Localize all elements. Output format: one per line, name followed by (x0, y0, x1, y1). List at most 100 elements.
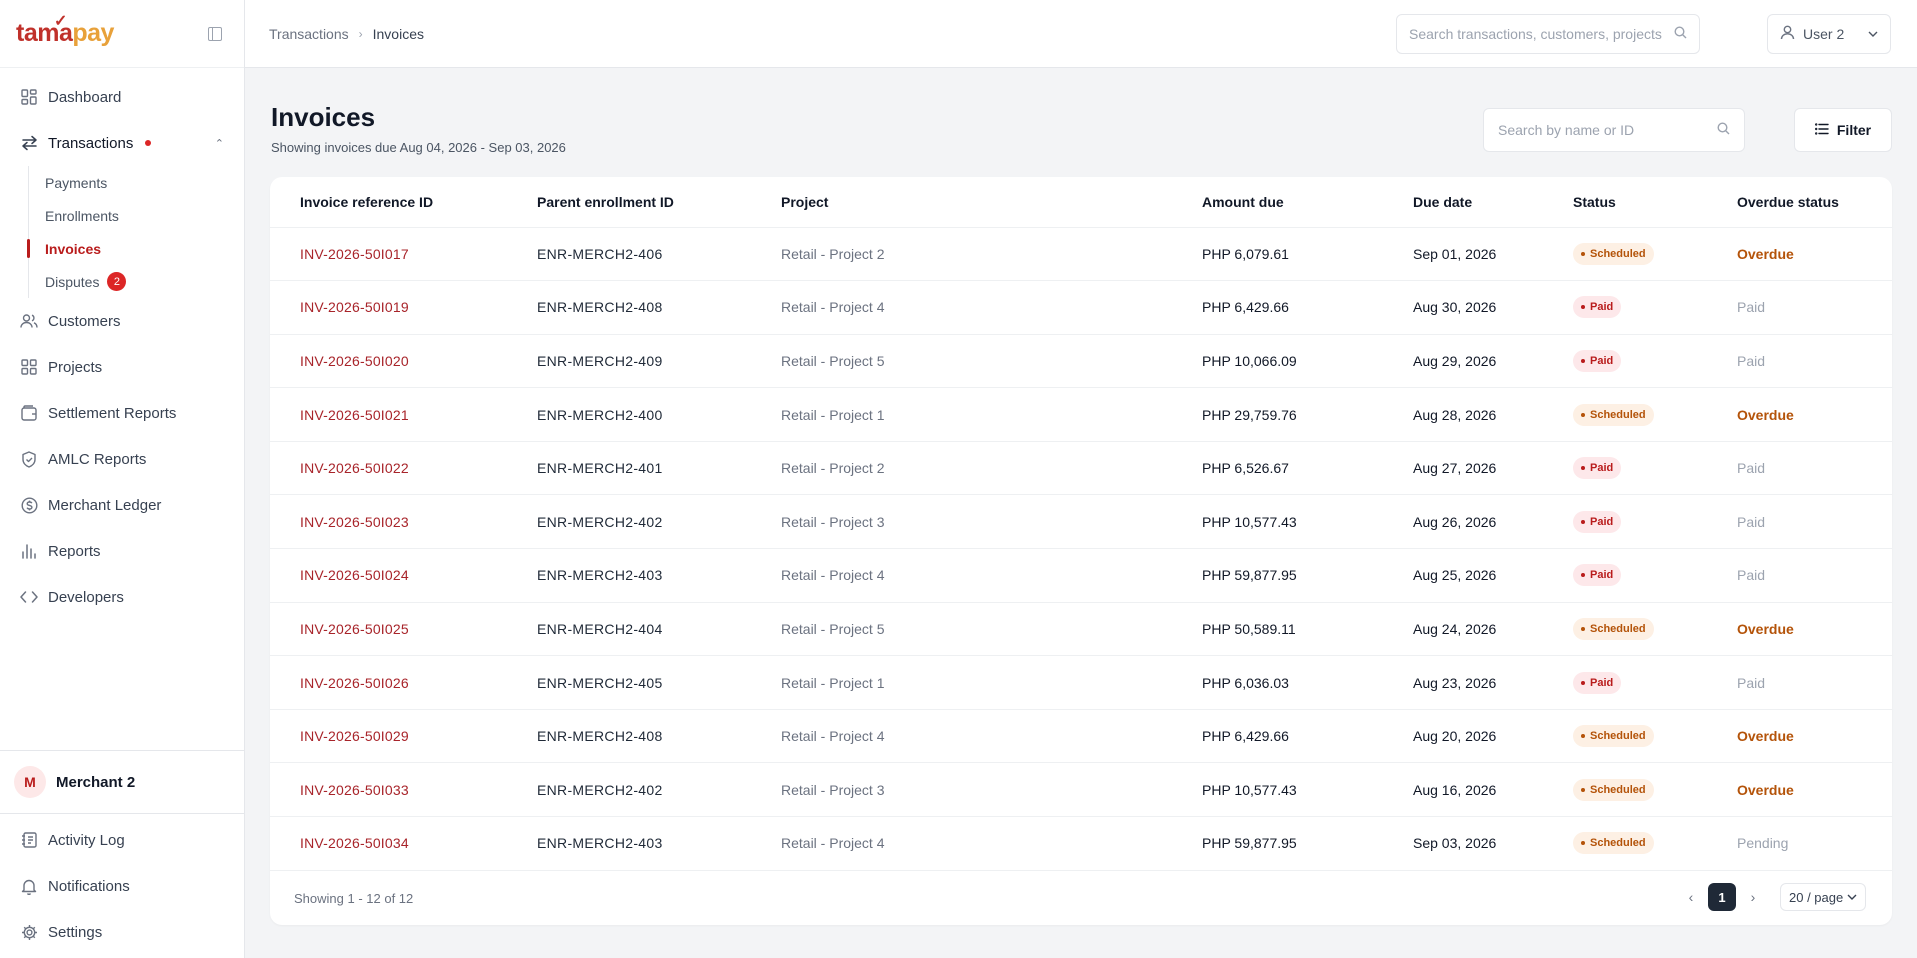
sidebar-item-settlement-reports[interactable]: Settlement Reports (0, 390, 244, 436)
breadcrumb-transactions[interactable]: Transactions (269, 26, 349, 42)
column-header-overdue-status[interactable]: Overdue status (1737, 177, 1892, 228)
sidebar-collapse-icon[interactable] (208, 26, 222, 41)
logo-check-icon: ✓ (54, 13, 67, 30)
enrollment-id-cell: ENR-MERCH2-403 (537, 548, 781, 603)
status-badge: Scheduled (1573, 617, 1654, 640)
sidebar-subitem-payments[interactable]: Payments (29, 166, 244, 199)
status-badge: Paid (1573, 349, 1622, 372)
table-row[interactable]: INV-2026-50I017 ENR-MERCH2-406 Retail - Pr… (270, 227, 1892, 282)
sidebar-subitem-invoices[interactable]: Invoices (27, 232, 244, 265)
status-cell: Scheduled (1573, 387, 1737, 442)
due-date-cell: Sep 03, 2026 (1413, 816, 1573, 871)
breadcrumb: Transactions › Invoices (269, 26, 424, 42)
chevron-up-icon[interactable]: ⌃ (215, 137, 224, 150)
status-dot (1581, 680, 1585, 685)
user-menu-button[interactable]: User 2 (1767, 14, 1891, 54)
invoice-ref-link[interactable]: INV-2026-50I024 (270, 548, 537, 603)
table-row[interactable]: INV-2026-50I029 ENR-MERCH2-408 Retail - Pr… (270, 709, 1892, 764)
status-cell: Paid (1573, 655, 1737, 710)
user-icon (1780, 25, 1795, 43)
status-dot (1581, 251, 1585, 256)
sidebar-item-customers[interactable]: Customers (0, 298, 244, 344)
table-row[interactable]: INV-2026-50I025 ENR-MERCH2-404 Retail - Pr… (270, 602, 1892, 657)
merchant-switcher[interactable]: M Merchant 2 (0, 750, 244, 814)
sidebar-item-notifications[interactable]: Notifications (0, 863, 244, 909)
filter-button[interactable]: Filter (1794, 108, 1892, 152)
project-cell: Retail - Project 4 (781, 280, 1202, 335)
page-size-select[interactable]: 20 / page (1780, 883, 1867, 911)
amount-due-cell: PHP 59,877.95 (1202, 816, 1413, 871)
sidebar-item-dashboard[interactable]: Dashboard (0, 74, 244, 120)
column-header-amount-due[interactable]: Amount due (1202, 177, 1413, 228)
sidebar-item-reports[interactable]: Reports (0, 528, 244, 574)
status-dot (1581, 573, 1585, 578)
page-button-current[interactable]: 1 (1708, 883, 1736, 911)
gear-icon (20, 923, 38, 941)
chevron-right-icon[interactable]: › (1740, 889, 1766, 905)
arrows-exchange-icon (20, 134, 38, 152)
bar-chart-icon (20, 542, 38, 560)
table-row[interactable]: INV-2026-50I023 ENR-MERCH2-402 Retail - Pr… (270, 494, 1892, 550)
sidebar-bottom-nav: Activity Log Notifications Settings (0, 817, 244, 955)
sidebar-subitem-disputes[interactable]: Disputes 2 (29, 265, 244, 298)
invoice-ref-link[interactable]: INV-2026-50I019 (270, 280, 537, 335)
column-header-status[interactable]: Status (1573, 177, 1737, 228)
status-dot (1581, 787, 1585, 792)
sidebar-item-transactions[interactable]: Transactions ⌃ (0, 120, 244, 166)
invoice-search-input[interactable]: Search by name or ID (1483, 108, 1745, 152)
chevron-right-icon: › (358, 26, 363, 41)
invoice-ref-link[interactable]: INV-2026-50I022 (270, 441, 537, 496)
table-row[interactable]: INV-2026-50I024 ENR-MERCH2-403 Retail - Pr… (270, 548, 1892, 603)
status-dot (1581, 412, 1585, 417)
invoice-ref-link[interactable]: INV-2026-50I023 (270, 494, 537, 550)
sidebar-item-projects[interactable]: Projects (0, 344, 244, 390)
sidebar-item-label: Settlement Reports (48, 404, 177, 422)
table-row[interactable]: INV-2026-50I033 ENR-MERCH2-402 Retail - Pr… (270, 762, 1892, 818)
status-cell: Scheduled (1573, 227, 1737, 282)
sidebar-item-label: Activity Log (48, 831, 125, 849)
due-date-cell: Sep 01, 2026 (1413, 227, 1573, 282)
invoice-ref-link[interactable]: INV-2026-50I021 (270, 387, 537, 442)
invoice-ref-link[interactable]: INV-2026-50I029 (270, 709, 537, 764)
sidebar-item-developers[interactable]: Developers (0, 574, 244, 620)
table-row[interactable]: INV-2026-50I034 ENR-MERCH2-403 Retail - Pr… (270, 816, 1892, 871)
amount-due-cell: PHP 6,526.67 (1202, 441, 1413, 496)
sidebar-item-merchant-ledger[interactable]: Merchant Ledger (0, 482, 244, 528)
sidebar-item-activity-log[interactable]: Activity Log (0, 817, 244, 863)
table-row[interactable]: INV-2026-50I026 ENR-MERCH2-405 Retail - Pr… (270, 655, 1892, 710)
brand-logo[interactable]: tamapay ✓ (16, 13, 114, 48)
sidebar-subitem-enrollments[interactable]: Enrollments (29, 199, 244, 232)
invoices-table-card: Invoice reference ID Parent enrollment I… (270, 177, 1892, 925)
invoice-ref-link[interactable]: INV-2026-50I034 (270, 816, 537, 871)
amount-due-cell: PHP 29,759.76 (1202, 387, 1413, 442)
invoice-ref-link[interactable]: INV-2026-50I020 (270, 334, 537, 389)
project-cell: Retail - Project 4 (781, 709, 1202, 764)
column-header-due-date[interactable]: Due date (1413, 177, 1573, 228)
invoice-ref-link[interactable]: INV-2026-50I017 (270, 227, 537, 282)
invoice-ref-link[interactable]: INV-2026-50I025 (270, 602, 537, 657)
table-row[interactable]: INV-2026-50I020 ENR-MERCH2-409 Retail - Pr… (270, 334, 1892, 389)
overdue-status-cell: Overdue (1737, 709, 1892, 764)
due-date-cell: Aug 25, 2026 (1413, 548, 1573, 603)
table-row[interactable]: INV-2026-50I022 ENR-MERCH2-401 Retail - Pr… (270, 441, 1892, 496)
status-cell: Scheduled (1573, 602, 1737, 657)
status-badge: Scheduled (1573, 832, 1654, 855)
sidebar-item-amlc-reports[interactable]: AMLC Reports (0, 436, 244, 482)
overdue-status-cell: Paid (1737, 280, 1892, 335)
sidebar-item-settings[interactable]: Settings (0, 909, 244, 955)
invoice-ref-link[interactable]: INV-2026-50I026 (270, 655, 537, 710)
transactions-subnav: Payments Enrollments Invoices Disputes 2 (27, 166, 244, 298)
search-icon (1717, 122, 1730, 138)
column-header-enrollment-id[interactable]: Parent enrollment ID (537, 177, 781, 228)
column-header-project[interactable]: Project (781, 177, 1202, 228)
invoice-ref-link[interactable]: INV-2026-50I033 (270, 762, 537, 818)
page-title: Invoices (271, 102, 376, 132)
table-row[interactable]: INV-2026-50I021 ENR-MERCH2-400 Retail - Pr… (270, 387, 1892, 442)
enrollment-id-cell: ENR-MERCH2-402 (537, 762, 781, 818)
table-row[interactable]: INV-2026-50I019 ENR-MERCH2-408 Retail - Pr… (270, 280, 1892, 335)
column-header-invoice-ref[interactable]: Invoice reference ID (270, 177, 537, 228)
global-search-input[interactable]: Search transactions, customers, projects (1396, 14, 1700, 54)
project-cell: Retail - Project 2 (781, 441, 1202, 496)
status-dot (1581, 734, 1585, 739)
chevron-left-icon[interactable]: ‹ (1678, 889, 1704, 905)
